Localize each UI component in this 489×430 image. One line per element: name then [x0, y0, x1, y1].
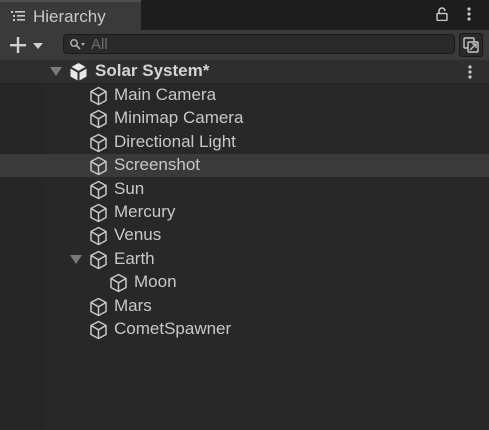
hierarchy-item-earth[interactable]: Earth [0, 248, 489, 271]
gameobject-cube-icon [90, 86, 107, 106]
tab-hierarchy[interactable]: Hierarchy [0, 0, 141, 30]
gameobject-cube-icon [90, 250, 107, 270]
scene-row[interactable]: Solar System* [0, 60, 489, 84]
gameobject-cube-icon [90, 180, 107, 199]
hierarchy-item-venus[interactable]: Venus [0, 224, 489, 247]
gameobject-cube-icon [90, 227, 107, 246]
gameobject-cube-icon [90, 133, 107, 153]
hierarchy-item-minimap-camera[interactable]: Minimap Camera [0, 107, 489, 130]
hierarchy-item-cometspawner[interactable]: CometSpawner [0, 318, 489, 341]
lock-icon[interactable] [436, 7, 448, 21]
toolbar: All [0, 30, 489, 60]
plus-icon [10, 37, 26, 53]
hierarchy-item-label: Directional Light [114, 131, 236, 151]
hierarchy-item-label: Moon [134, 272, 177, 292]
search-input[interactable]: All [63, 34, 455, 54]
foldout-expanded-icon[interactable] [50, 67, 62, 77]
hierarchy-panel: Hierarchy All Solar System* Main Camera … [0, 0, 489, 430]
scene-name: Solar System* [95, 61, 210, 80]
hierarchy-item-screenshot[interactable]: Screenshot [0, 154, 489, 178]
gameobject-cube-icon [90, 297, 107, 316]
foldout-expanded-icon[interactable] [70, 254, 82, 265]
hierarchy-item-label: Mercury [114, 202, 176, 221]
kebab-menu-icon[interactable] [463, 6, 475, 22]
search-icon [70, 39, 85, 50]
hierarchy-item-main-camera[interactable]: Main Camera [0, 84, 489, 107]
hierarchy-item-label: Screenshot [114, 155, 200, 175]
chevron-down-icon [33, 43, 43, 49]
hierarchy-item-label: Mars [114, 295, 152, 315]
search-placeholder: All [91, 36, 108, 53]
hierarchy-item-moon[interactable]: Moon [0, 271, 489, 294]
gameobject-cube-icon [110, 273, 127, 293]
hierarchy-item-label: Sun [114, 178, 145, 198]
hierarchy-item-label: Venus [114, 225, 162, 245]
unity-scene-icon [70, 63, 87, 81]
tab-label: Hierarchy [33, 7, 106, 26]
hierarchy-item-sun[interactable]: Sun [0, 178, 489, 201]
hierarchy-item-directional-light[interactable]: Directional Light [0, 131, 489, 154]
hierarchy-item-mercury[interactable]: Mercury [0, 201, 489, 224]
hierarchy-list-icon [11, 11, 25, 21]
tab-bar: Hierarchy [0, 0, 489, 30]
scene-visibility-button[interactable] [459, 33, 483, 57]
gameobject-cube-icon [90, 110, 107, 129]
hierarchy-item-mars[interactable]: Mars [0, 295, 489, 318]
add-object-button[interactable] [6, 34, 48, 56]
scene-menu-icon[interactable] [465, 64, 475, 80]
hierarchy-item-label: Minimap Camera [114, 108, 244, 128]
hierarchy-item-label: Earth [114, 248, 155, 268]
scene-visibility-icon [463, 37, 479, 53]
gameobject-cube-icon [90, 320, 107, 340]
hierarchy-item-label: Main Camera [114, 85, 217, 104]
gameobject-cube-icon [90, 203, 107, 223]
hierarchy-item-label: CometSpawner [114, 319, 232, 338]
gameobject-cube-icon [90, 156, 107, 176]
